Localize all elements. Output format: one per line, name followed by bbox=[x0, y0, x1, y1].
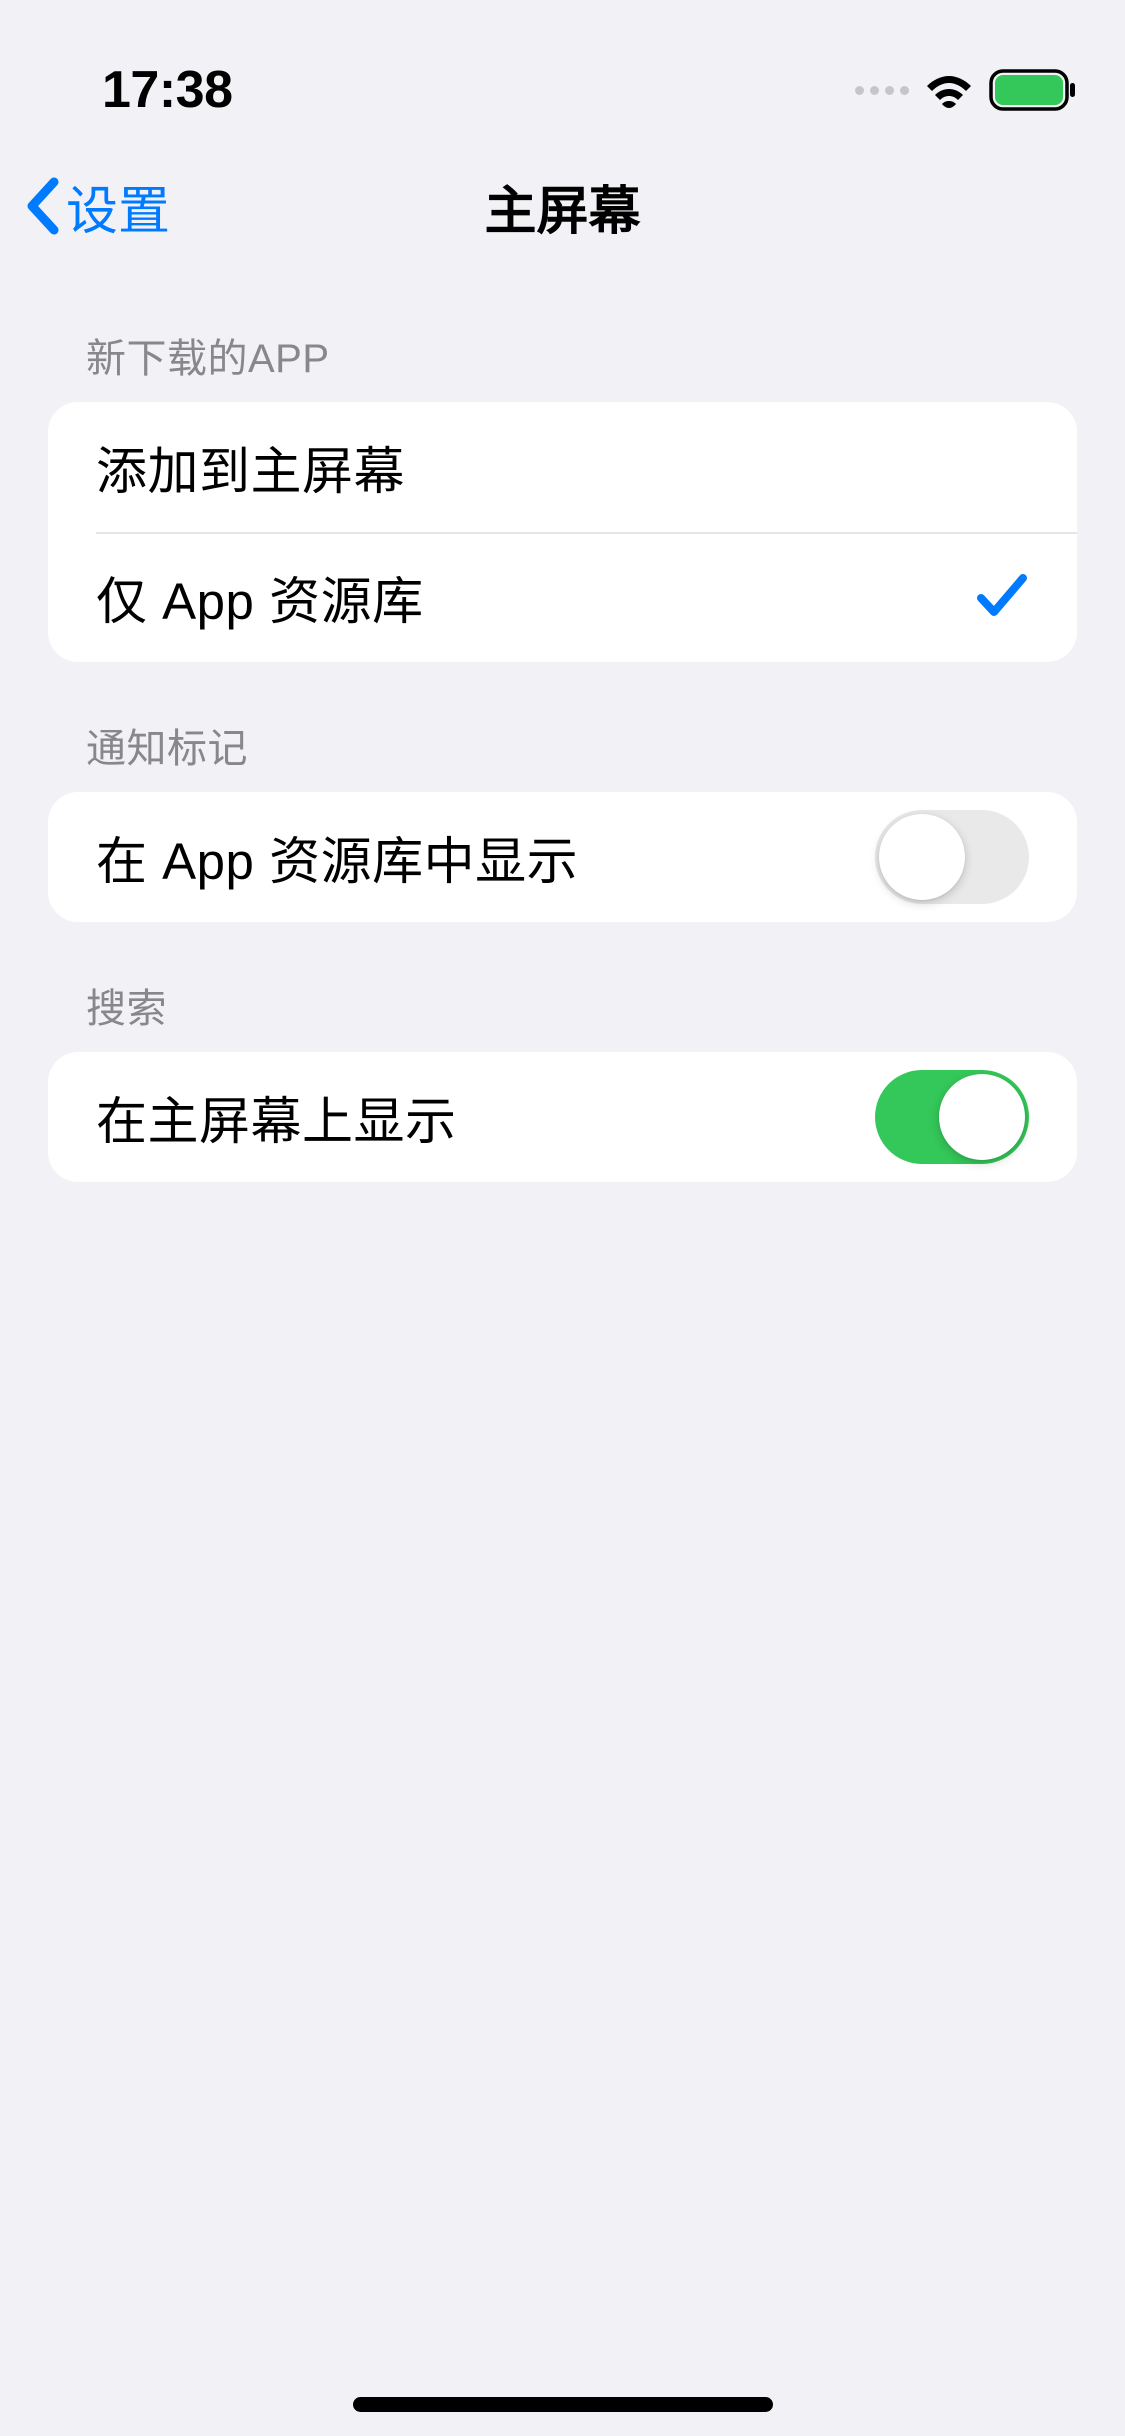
row-add-to-home[interactable]: 添加到主屏幕 bbox=[48, 402, 1077, 532]
row-show-on-home: 在主屏幕上显示 bbox=[48, 1052, 1077, 1182]
home-indicator[interactable] bbox=[353, 2397, 773, 2412]
status-bar: 17:38 bbox=[0, 0, 1125, 140]
page-title: 主屏幕 bbox=[484, 169, 640, 244]
nav-bar: 设置 主屏幕 bbox=[0, 140, 1125, 272]
row-show-in-library: 在 App 资源库中显示 bbox=[48, 792, 1077, 922]
row-label: 在 App 资源库中显示 bbox=[96, 820, 578, 894]
group-search: 在主屏幕上显示 bbox=[48, 1052, 1077, 1182]
status-time: 17:38 bbox=[102, 60, 233, 120]
checkmark-icon bbox=[975, 570, 1029, 625]
toggle-show-in-library[interactable] bbox=[875, 810, 1029, 904]
section-header-badges: 通知标记 bbox=[48, 662, 1077, 792]
row-label: 添加到主屏幕 bbox=[96, 430, 405, 504]
chevron-left-icon bbox=[24, 176, 60, 236]
battery-icon bbox=[989, 69, 1077, 111]
row-label: 仅 App 资源库 bbox=[96, 560, 424, 634]
row-app-library-only[interactable]: 仅 App 资源库 bbox=[48, 532, 1077, 662]
back-button[interactable]: 设置 bbox=[24, 169, 170, 244]
section-header-new-apps: 新下载的APP bbox=[48, 272, 1077, 402]
row-label: 在主屏幕上显示 bbox=[96, 1080, 457, 1154]
group-new-apps: 添加到主屏幕 仅 App 资源库 bbox=[48, 402, 1077, 662]
back-label: 设置 bbox=[66, 169, 170, 244]
wifi-icon bbox=[923, 71, 975, 109]
group-badges: 在 App 资源库中显示 bbox=[48, 792, 1077, 922]
toggle-knob bbox=[879, 814, 965, 900]
content: 新下载的APP 添加到主屏幕 仅 App 资源库 通知标记 在 App 资源库中… bbox=[0, 272, 1125, 1182]
toggle-show-on-home[interactable] bbox=[875, 1070, 1029, 1164]
status-icons bbox=[855, 69, 1077, 111]
section-header-search: 搜索 bbox=[48, 922, 1077, 1052]
signal-dots-icon bbox=[855, 86, 909, 95]
toggle-knob bbox=[939, 1074, 1025, 1160]
